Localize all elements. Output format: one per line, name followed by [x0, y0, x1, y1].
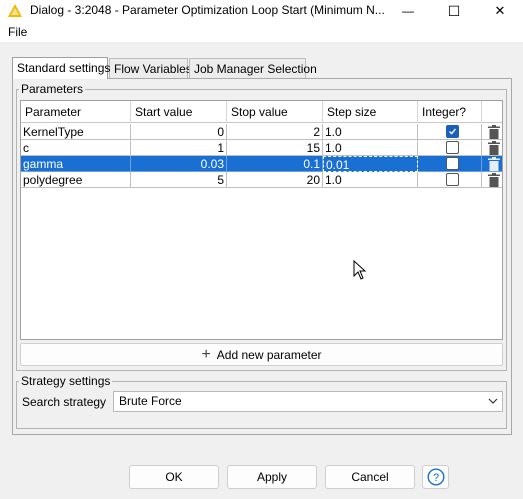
help-icon: ?	[427, 468, 445, 486]
header-actions	[482, 101, 502, 123]
maximize-icon: ☐	[447, 2, 461, 19]
search-strategy-value: Brute Force	[119, 394, 182, 408]
table-row[interactable]: KernelType 0 2 1.0	[21, 124, 502, 140]
integer-checkbox[interactable]	[446, 173, 459, 186]
close-window-button[interactable]: ✕	[477, 0, 523, 22]
cell-integer	[418, 124, 482, 140]
cancel-button[interactable]: Cancel	[325, 465, 415, 489]
cell-actions	[482, 140, 502, 156]
apply-button[interactable]: Apply	[227, 465, 317, 489]
cell-start-value[interactable]: 1	[131, 140, 227, 156]
help-button[interactable]: ?	[422, 465, 449, 489]
tab-flow-variables[interactable]: Flow Variables	[109, 58, 192, 79]
trash-icon[interactable]	[488, 141, 500, 155]
search-strategy-select[interactable]: Brute Force	[113, 391, 503, 412]
cell-start-value[interactable]: 5	[131, 172, 227, 188]
header-integer[interactable]: Integer?	[418, 101, 482, 123]
trash-icon[interactable]	[488, 173, 500, 187]
cell-stop-value[interactable]: 20	[227, 172, 323, 188]
trash-icon[interactable]	[488, 157, 500, 171]
cell-stop-value[interactable]: 15	[227, 140, 323, 156]
integer-checkbox[interactable]	[446, 141, 459, 154]
strategy-legend: Strategy settings	[21, 374, 111, 388]
ok-button[interactable]: OK	[129, 465, 219, 489]
window-title: Dialog - 3:2048 - Parameter Optimization…	[30, 3, 385, 17]
add-new-parameter-label: Add new parameter	[216, 347, 322, 362]
knime-triangle-icon	[8, 4, 22, 17]
cell-actions	[482, 124, 502, 140]
cell-integer	[418, 140, 482, 156]
cell-step-size[interactable]: 0.01	[323, 156, 418, 172]
maximize-button[interactable]: ☐	[431, 0, 477, 22]
cell-start-value[interactable]: 0.03	[131, 156, 227, 172]
minimize-icon: —	[402, 4, 414, 18]
table-header: Parameter Start value Stop value Step si…	[21, 101, 502, 123]
mouse-pointer-icon	[353, 260, 367, 280]
header-step-size[interactable]: Step size	[323, 101, 418, 123]
close-icon: ✕	[494, 3, 506, 18]
minimize-button[interactable]: —	[385, 0, 431, 22]
tab-job-manager-selection[interactable]: Job Manager Selection	[189, 58, 317, 79]
cell-actions	[482, 156, 502, 172]
cell-actions	[482, 172, 502, 188]
cell-stop-value[interactable]: 0.1	[227, 156, 323, 172]
cell-integer	[418, 172, 482, 188]
cell-stop-value[interactable]: 2	[227, 124, 323, 140]
menu-file[interactable]: File	[8, 25, 27, 39]
header-stop-value[interactable]: Stop value	[227, 101, 323, 123]
cell-integer	[418, 156, 482, 172]
cell-step-size[interactable]: 1.0	[323, 140, 418, 156]
help-glyph: ?	[433, 472, 439, 484]
cell-parameter[interactable]: KernelType	[21, 124, 131, 140]
plus-icon: +	[201, 345, 211, 363]
cell-step-size[interactable]: 1.0	[323, 124, 418, 140]
add-new-parameter-button[interactable]: + Add new parameter	[20, 343, 503, 366]
header-parameter[interactable]: Parameter	[21, 101, 131, 123]
integer-checkbox[interactable]	[446, 157, 459, 170]
header-start-value[interactable]: Start value	[131, 101, 227, 123]
cell-parameter[interactable]: c	[21, 140, 131, 156]
cell-step-size[interactable]: 1.0	[323, 172, 418, 188]
tab-standard-settings[interactable]: Standard settings	[12, 57, 110, 79]
search-strategy-label: Search strategy	[22, 395, 107, 409]
table-row-selected[interactable]: gamma 0.03 0.1 0.01	[21, 156, 502, 172]
cell-parameter[interactable]: polydegree	[21, 172, 131, 188]
table-row[interactable]: polydegree 5 20 1.0	[21, 172, 502, 188]
chevron-down-icon	[488, 398, 498, 404]
title-bar: Dialog - 3:2048 - Parameter Optimization…	[0, 0, 523, 22]
cell-parameter[interactable]: gamma	[21, 156, 131, 172]
parameters-table: Parameter Start value Stop value Step si…	[20, 100, 503, 340]
cell-start-value[interactable]: 0	[131, 124, 227, 140]
integer-checkbox[interactable]	[446, 125, 459, 138]
menu-bar: File	[0, 22, 523, 42]
trash-icon[interactable]	[488, 125, 500, 139]
table-row[interactable]: c 1 15 1.0	[21, 140, 502, 156]
parameters-legend: Parameters	[21, 82, 84, 96]
